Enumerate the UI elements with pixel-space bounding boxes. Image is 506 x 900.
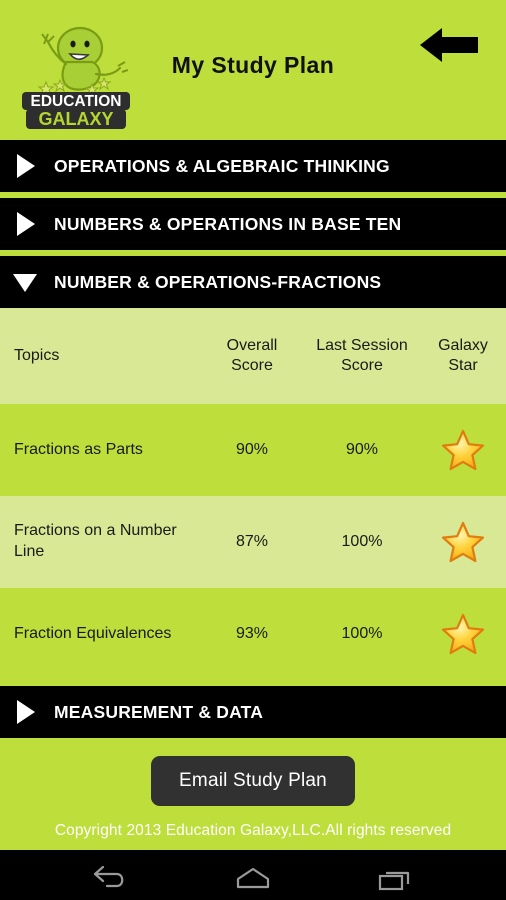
column-header-overall-score-line2: Score <box>231 357 273 374</box>
section-label: NUMBERS & OPERATIONS IN BASE TEN <box>54 213 402 234</box>
last-session-score-value: 100% <box>341 533 383 550</box>
column-header-overall-score-line1: Overall <box>226 337 278 354</box>
column-header-galaxy-star-line2: Star <box>448 357 478 374</box>
column-header-topics: Topics <box>14 347 60 364</box>
triangle-right-icon <box>8 207 42 241</box>
topic-name: Fractions as Parts <box>14 440 143 458</box>
logo-text-education: EDUCATION <box>31 93 122 110</box>
sidebar-item-operations-algebraic-thinking[interactable]: OPERATIONS & ALGEBRAIC THINKING <box>0 140 506 192</box>
column-header-galaxy-star: Galaxy Star <box>420 308 506 404</box>
column-header-overall-score: Overall Score <box>200 308 304 404</box>
column-header-last-session-score-line2: Score <box>341 357 383 374</box>
table-row[interactable]: Fractions as Parts 90% 90% <box>0 404 506 496</box>
overall-score-value: 90% <box>235 441 269 458</box>
android-back-icon[interactable] <box>83 859 139 899</box>
gold-star-icon <box>441 428 485 472</box>
galaxy-star-cell <box>420 404 506 496</box>
action-bar: Email Study Plan <box>0 738 506 818</box>
app-header: EDUCATION GALAXY My Study Plan <box>0 0 506 140</box>
triangle-right-icon <box>8 149 42 183</box>
logo-text-galaxy: GALAXY <box>38 109 113 129</box>
copyright-text: Copyright 2013 Education Galaxy,LLC.All … <box>0 818 506 850</box>
galaxy-star-cell <box>420 496 506 588</box>
galaxy-star-cell <box>420 588 506 680</box>
section-label: NUMBER & OPERATIONS-FRACTIONS <box>54 271 382 292</box>
table-row[interactable]: Fractions on a Number Line 87% 100% <box>0 496 506 588</box>
table-header-row: Topics Overall Score Last Session Score … <box>0 308 506 404</box>
email-study-plan-button[interactable]: Email Study Plan <box>151 756 355 806</box>
android-home-icon[interactable] <box>225 859 281 899</box>
android-recents-icon[interactable] <box>367 859 423 899</box>
sidebar-item-number-operations-fractions[interactable]: NUMBER & OPERATIONS-FRACTIONS <box>0 256 506 308</box>
column-header-last-session-score-line1: Last Session <box>316 337 408 354</box>
gold-star-icon <box>441 520 485 564</box>
sidebar-item-numbers-operations-base-ten[interactable]: NUMBERS & OPERATIONS IN BASE TEN <box>0 198 506 250</box>
triangle-right-icon <box>8 695 42 729</box>
back-arrow-icon[interactable] <box>420 26 478 64</box>
column-header-last-session-score: Last Session Score <box>304 308 420 404</box>
section-label: OPERATIONS & ALGEBRAIC THINKING <box>54 155 390 176</box>
topics-table: Topics Overall Score Last Session Score … <box>0 308 506 680</box>
sidebar-item-measurement-data[interactable]: MEASUREMENT & DATA <box>0 686 506 738</box>
android-navigation-bar <box>0 850 506 900</box>
study-plan-screen: EDUCATION GALAXY My Study Plan OPERATION… <box>0 0 506 900</box>
topic-name: Fractions on a Number Line <box>14 522 177 560</box>
table-row[interactable]: Fraction Equivalences 93% 100% <box>0 588 506 680</box>
overall-score-value: 93% <box>235 625 269 642</box>
overall-score-value: 87% <box>235 533 269 550</box>
topic-name: Fraction Equivalences <box>14 624 172 642</box>
column-header-galaxy-star-line1: Galaxy <box>438 337 488 354</box>
last-session-score-value: 100% <box>341 625 383 642</box>
last-session-score-value: 90% <box>345 441 379 458</box>
section-label: MEASUREMENT & DATA <box>54 701 264 722</box>
triangle-down-icon <box>8 265 42 299</box>
gold-star-icon <box>441 612 485 656</box>
